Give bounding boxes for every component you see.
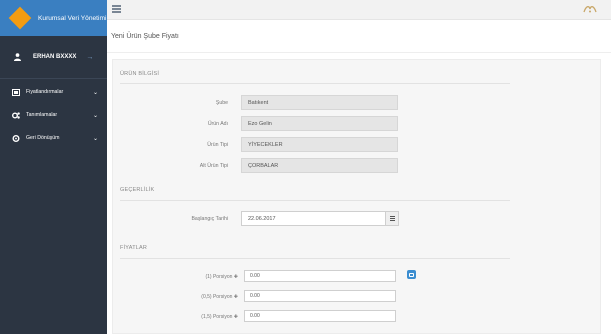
section-title-validity: GEÇERLİLİK <box>120 187 155 193</box>
chevron-down-icon: ⌄ <box>92 89 98 96</box>
start-date-label: Başlangıç Tarihi <box>191 216 228 222</box>
form-panel: ÜRÜN BİLGİSİ Şube Batıkent Ürün Adı Ezo … <box>112 59 601 334</box>
product-name-field: Ezo Gelin <box>241 116 398 131</box>
sidebar-divider <box>0 78 107 79</box>
section-divider <box>120 200 510 201</box>
user-name: ERHAN BXXXX <box>33 54 77 60</box>
portion-0-5-price-input[interactable]: 0.00 <box>244 290 396 302</box>
sub-product-type-field: ÇORBALAR <box>241 158 398 173</box>
portion-1-label: (1) Porsiyon ✚ <box>205 274 238 280</box>
sidebar-item-geri-donusum[interactable]: Geri Dönüşüm ⌄ <box>0 130 107 146</box>
user-icon <box>12 53 22 61</box>
product-type-field: YİYECEKLER <box>241 137 398 152</box>
brand-bar[interactable]: Kurumsal Veri Yönetimi <box>0 0 107 36</box>
menu-toggle-icon[interactable] <box>112 5 121 13</box>
sidebar-item-label: Fiyatlandırmalar <box>26 89 64 95</box>
add-price-button[interactable] <box>407 270 416 279</box>
sidebar-item-label: Tanımlamalar <box>26 112 58 118</box>
sidebar-item-fiyatlandirmalar[interactable]: Fiyatlandırmalar ⌄ <box>0 84 107 100</box>
start-date-input[interactable]: 22.06.2017 <box>241 211 386 226</box>
brand-logo-icon <box>8 6 32 30</box>
portion-1-5-price-input[interactable]: 0.00 <box>244 310 396 322</box>
product-type-label: Ürün Tipi <box>207 142 228 148</box>
section-divider <box>120 258 510 259</box>
portion-1-5-label: (1,5) Porsiyon ✚ <box>201 314 238 320</box>
recycle-icon <box>11 134 21 142</box>
branch-label: Şube <box>215 100 228 106</box>
branch-field: Batıkent <box>241 95 398 110</box>
page-title: Yeni Ürün Şube Fiyatı <box>111 33 179 40</box>
price-tag-icon <box>11 88 21 96</box>
sidebar-item-tanimlamalar[interactable]: Tanımlamalar ⌄ <box>0 107 107 123</box>
company-logo-icon <box>583 4 597 14</box>
sidebar-item-label: Geri Dönüşüm <box>26 135 60 141</box>
user-menu[interactable]: ERHAN BXXXX → <box>0 46 107 68</box>
top-bar <box>107 0 611 20</box>
section-title-prices: FİYATLAR <box>120 245 148 251</box>
chevron-down-icon: ⌄ <box>92 135 98 142</box>
brand-title: Kurumsal Veri Yönetimi <box>38 14 107 22</box>
logout-arrow-icon[interactable]: → <box>86 54 93 61</box>
portion-1-price-input[interactable]: 0.00 <box>244 270 396 282</box>
sidebar: Kurumsal Veri Yönetimi ERHAN BXXXX → Fiy… <box>0 0 107 334</box>
section-title-product-info: ÜRÜN BİLGİSİ <box>120 71 160 77</box>
sub-product-type-label: Alt Ürün Tipi <box>199 163 228 169</box>
calendar-icon[interactable] <box>385 211 399 226</box>
main-content: Yeni Ürün Şube Fiyatı ÜRÜN BİLGİSİ Şube … <box>107 20 611 334</box>
portion-0-5-label: (0,5) Porsiyon ✚ <box>201 294 238 300</box>
chevron-down-icon: ⌄ <box>92 112 98 119</box>
gears-icon <box>11 111 21 119</box>
section-divider <box>120 83 510 84</box>
title-divider <box>107 52 611 53</box>
product-name-label: Ürün Adı <box>207 121 228 127</box>
